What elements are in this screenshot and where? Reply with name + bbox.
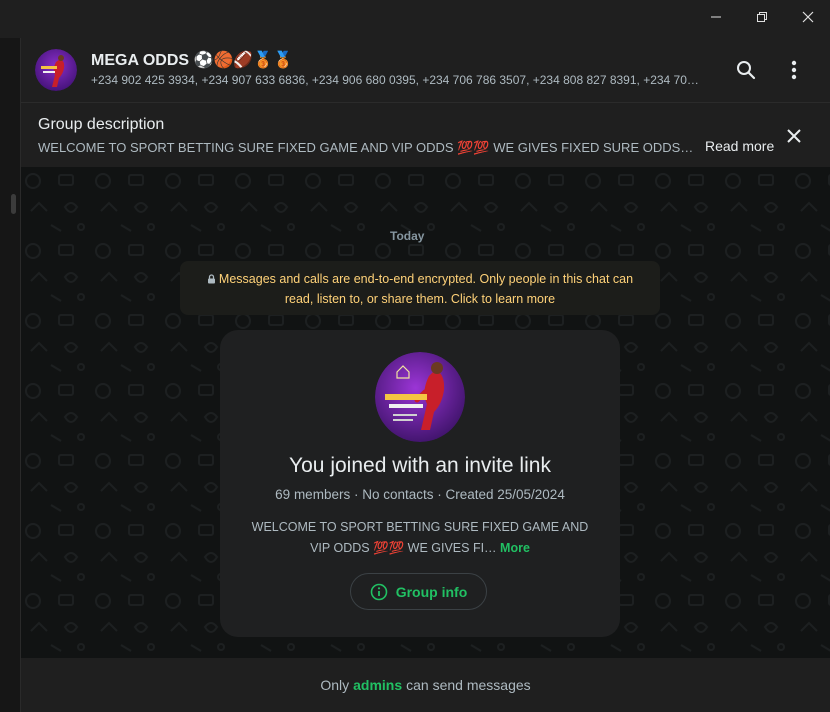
admins-link[interactable]: admins xyxy=(353,677,402,693)
search-button[interactable] xyxy=(732,56,760,84)
invite-join-card: You joined with an invite link 69 member… xyxy=(220,330,620,637)
join-title: You joined with an invite link xyxy=(289,454,551,477)
description-text: WELCOME TO SPORT BETTING SURE FIXED GAME… xyxy=(38,140,695,155)
group-avatar[interactable] xyxy=(35,49,77,91)
minimize-button[interactable] xyxy=(693,0,739,34)
group-meta: 69 members · No contacts · Created 25/05… xyxy=(275,487,565,502)
description-preview-text: WELCOME TO SPORT BETTING SURE FIXED GAME… xyxy=(251,520,589,555)
minimize-icon xyxy=(711,16,721,18)
lock-icon xyxy=(207,274,215,284)
footer-notice: Only admins can send messages xyxy=(21,658,830,712)
encryption-notice-text: Messages and calls are end-to-end encryp… xyxy=(218,272,634,306)
close-description-button[interactable] xyxy=(781,123,807,149)
search-icon xyxy=(737,61,756,80)
chat-header[interactable]: MEGA ODDS ⚽🏀🏈🥉🥉 +234 902 425 3934, +234 … xyxy=(21,38,830,103)
restore-button[interactable] xyxy=(739,0,785,34)
group-info-button[interactable]: Group info xyxy=(350,573,487,610)
sidebar-edge xyxy=(0,38,21,712)
footer-prefix: Only xyxy=(320,677,350,693)
scrollbar-thumb[interactable] xyxy=(11,194,16,214)
more-link[interactable]: More xyxy=(500,541,530,555)
description-title: Group description xyxy=(38,116,165,133)
members-preview: +234 902 425 3934, +234 907 633 6836, +2… xyxy=(91,73,703,87)
group-description-banner: Group description WELCOME TO SPORT BETTI… xyxy=(21,103,830,167)
close-icon xyxy=(802,11,814,23)
read-more-link[interactable]: Read more xyxy=(705,138,774,154)
group-description-preview: WELCOME TO SPORT BETTING SURE FIXED GAME… xyxy=(240,517,600,559)
restore-icon xyxy=(757,12,767,22)
group-name[interactable]: MEGA ODDS ⚽🏀🏈🥉🥉 xyxy=(91,50,293,70)
close-icon xyxy=(787,129,801,143)
info-icon xyxy=(370,583,388,600)
date-chip: Today xyxy=(390,229,425,243)
footer-suffix: can send messages xyxy=(406,677,531,693)
group-info-label: Group info xyxy=(395,583,468,600)
encryption-notice[interactable]: Messages and calls are end-to-end encryp… xyxy=(180,261,660,315)
chat-area: Today Messages and calls are end-to-end … xyxy=(21,167,830,658)
menu-button[interactable] xyxy=(780,56,808,84)
window-titlebar xyxy=(0,0,830,38)
more-vertical-icon xyxy=(791,60,797,80)
close-window-button[interactable] xyxy=(785,0,830,34)
group-avatar-large[interactable] xyxy=(375,352,465,442)
